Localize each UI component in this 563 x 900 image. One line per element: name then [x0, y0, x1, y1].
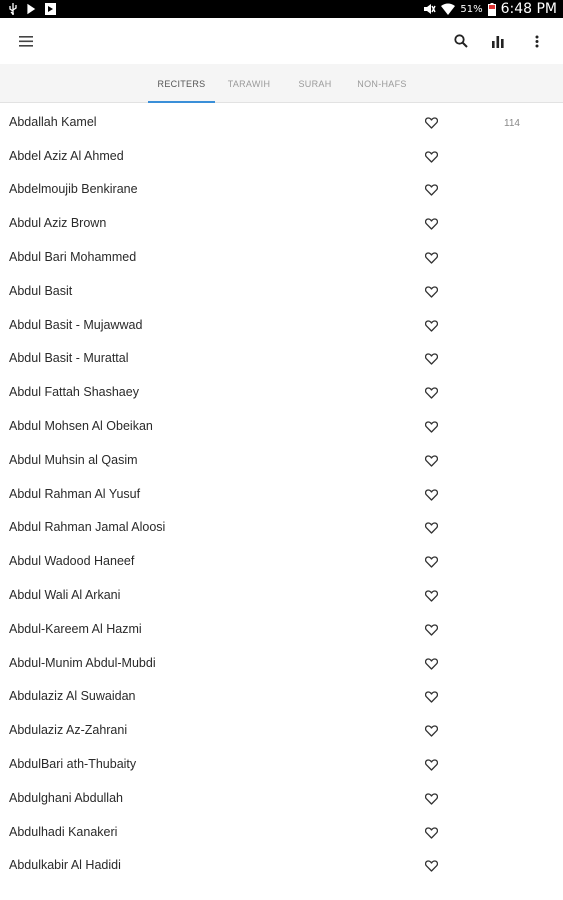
reciter-row[interactable]: AbdulBari ath-Thubaity — [0, 747, 563, 781]
reciter-name: Abdulkabir Al Hadidi — [9, 858, 121, 873]
usb-icon — [8, 3, 18, 15]
reciter-row[interactable]: Abdul Muhsin al Qasim — [0, 443, 563, 477]
favorite-heart-icon[interactable] — [424, 183, 439, 197]
tab-non-hafs[interactable]: NON-HAFS — [350, 64, 414, 103]
battery-percent: 51% — [460, 3, 483, 15]
favorite-heart-icon[interactable] — [424, 690, 439, 704]
favorite-heart-icon[interactable] — [424, 758, 439, 771]
reciter-row[interactable]: Abdul-Kareem Al Hazmi — [0, 612, 563, 646]
reciter-name: Abdul-Munim Abdul-Mubdi — [9, 655, 156, 670]
reciter-name: Abdulhadi Kanakeri — [9, 824, 118, 839]
reciter-row[interactable]: Abdulhadi Kanakeri — [0, 815, 563, 849]
reciter-row[interactable]: Abdul-Munim Abdul-Mubdi — [0, 646, 563, 680]
reciter-row[interactable]: Abdulghani Abdullah — [0, 781, 563, 815]
status-bar: 51% 6:48 PM — [0, 0, 563, 18]
reciter-name: Abdul-Kareem Al Hazmi — [9, 621, 142, 636]
favorite-heart-icon[interactable] — [424, 352, 439, 366]
battery-icon — [487, 2, 496, 16]
reciter-row[interactable]: Abdul Basit — [0, 274, 563, 308]
favorite-heart-icon[interactable] — [424, 555, 439, 568]
tab-reciters[interactable]: RECITERS — [148, 64, 215, 103]
clock: 6:48 PM — [500, 1, 557, 17]
mute-icon — [423, 3, 436, 15]
reciter-name: Abdul Rahman Al Yusuf — [9, 486, 141, 501]
favorite-heart-icon[interactable] — [424, 150, 439, 163]
reciter-name: Abdul Fattah Shashaey — [9, 385, 139, 400]
reciter-row[interactable]: Abdul Mohsen Al Obeikan — [0, 409, 563, 443]
reciter-row[interactable]: Abdel Aziz Al Ahmed — [0, 139, 563, 173]
favorite-heart-icon[interactable] — [424, 792, 439, 805]
reciter-row[interactable]: Abdallah Kamel — [0, 105, 563, 139]
reciter-row[interactable]: Abdul Wadood Haneef — [0, 544, 563, 578]
reciter-name: Abdul Basit - Murattal — [9, 351, 129, 366]
favorite-heart-icon[interactable] — [424, 826, 439, 839]
favorite-heart-icon[interactable] — [424, 116, 439, 129]
app-toolbar — [0, 18, 563, 64]
reciter-name: AbdulBari ath-Thubaity — [9, 757, 137, 772]
reciter-name: Abdel Aziz Al Ahmed — [9, 148, 124, 163]
reciter-name: Abdul Basit - Mujawwad — [9, 317, 143, 332]
reciter-row[interactable]: Abdulaziz Al Suwaidan — [0, 680, 563, 714]
reciter-name: Abdul Bari Mohammed — [9, 250, 137, 265]
favorite-heart-icon[interactable] — [424, 589, 439, 602]
reciter-row[interactable]: Abdelmoujib Benkirane — [0, 173, 563, 207]
reciter-row[interactable]: Abdul Basit - Murattal — [0, 342, 563, 376]
more-vert-icon[interactable] — [525, 30, 549, 52]
favorite-heart-icon[interactable] — [424, 386, 439, 399]
favorite-heart-icon[interactable] — [424, 724, 439, 737]
menu-icon[interactable] — [14, 30, 38, 52]
favorite-heart-icon[interactable] — [424, 657, 439, 670]
favorite-heart-icon[interactable] — [424, 454, 439, 467]
tab-tarawih[interactable]: TARAWIH — [220, 64, 278, 103]
reciter-name: Abdul Wadood Haneef — [9, 554, 135, 569]
wifi-icon — [441, 3, 456, 15]
favorite-heart-icon[interactable] — [424, 319, 439, 332]
bar-chart-icon[interactable] — [486, 30, 510, 52]
reciter-row[interactable]: Abdul Basit - Mujawwad — [0, 308, 563, 342]
reciter-row[interactable]: Abdul Wali Al Arkani — [0, 578, 563, 612]
favorite-heart-icon[interactable] — [424, 251, 439, 264]
reciter-name: Abdul Muhsin al Qasim — [9, 452, 138, 467]
favorite-heart-icon[interactable] — [424, 488, 439, 501]
reciter-row[interactable]: Abdul Aziz Brown — [0, 206, 563, 240]
reciter-row[interactable]: Abdul Fattah Shashaey — [0, 375, 563, 409]
favorite-heart-icon[interactable] — [424, 521, 439, 535]
favorite-heart-icon[interactable] — [424, 217, 439, 230]
play-store-icon — [26, 3, 37, 15]
reciter-name: Abdul Wali Al Arkani — [9, 588, 121, 603]
reciter-name: Abdul Mohsen Al Obeikan — [9, 419, 153, 434]
favorite-heart-icon[interactable] — [424, 420, 439, 433]
tab-surah[interactable]: SURAH — [290, 64, 340, 103]
tab-bar: RECITERS TARAWIH SURAH NON-HAFS — [0, 64, 563, 103]
reciter-row[interactable]: Abdul Rahman Jamal Aloosi — [0, 511, 563, 545]
reciter-list: 114 Abdallah Kamel Abdel Aziz Al Ahmed Abd… — [0, 105, 563, 882]
play-store-icon-2 — [45, 3, 56, 15]
reciter-row[interactable]: Abdulaziz Az-Zahrani — [0, 713, 563, 747]
reciter-name: Abdallah Kamel — [9, 114, 97, 129]
reciter-name: Abdul Rahman Jamal Aloosi — [9, 520, 166, 535]
favorite-heart-icon[interactable] — [424, 285, 439, 298]
reciter-row[interactable]: Abdul Bari Mohammed — [0, 240, 563, 274]
reciter-name: Abdul Basit — [9, 283, 73, 298]
reciter-name: Abdulaziz Al Suwaidan — [9, 689, 136, 704]
reciter-row[interactable]: Abdul Rahman Al Yusuf — [0, 477, 563, 511]
favorite-heart-icon[interactable] — [424, 623, 439, 636]
search-icon[interactable] — [449, 30, 473, 52]
reciter-name: Abdulghani Abdullah — [9, 790, 123, 805]
reciter-name: Abdul Aziz Brown — [9, 216, 107, 231]
reciter-name: Abdelmoujib Benkirane — [9, 182, 138, 197]
reciter-row[interactable]: Abdulkabir Al Hadidi — [0, 849, 563, 883]
reciter-name: Abdulaziz Az-Zahrani — [9, 723, 128, 738]
favorite-heart-icon[interactable] — [424, 859, 439, 873]
